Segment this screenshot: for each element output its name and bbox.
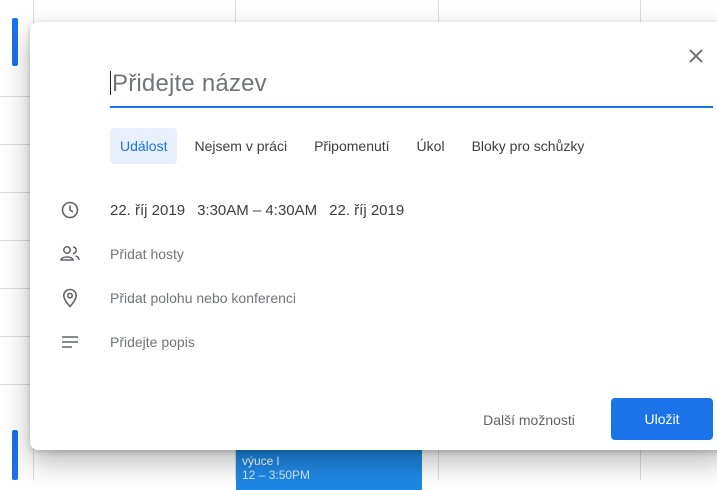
end-date[interactable]: 22. říj 2019 — [329, 202, 404, 219]
calendar-event-chip[interactable] — [12, 430, 18, 480]
tab-appointment-slots[interactable]: Bloky pro schůzky — [462, 128, 595, 164]
datetime-row: 22. říj 2019 3:30AM – 4:30AM 22. říj 2019 — [30, 196, 717, 224]
tab-reminder[interactable]: Připomenutí — [304, 128, 399, 164]
event-title-input[interactable]: Přidejte název — [110, 70, 713, 108]
more-options-button[interactable]: Další možnosti — [464, 402, 594, 438]
calendar-event[interactable]: výuce l 12 – 3:50PM — [236, 450, 422, 490]
grid-line — [0, 384, 32, 385]
grid-line — [0, 192, 32, 193]
close-button[interactable] — [682, 42, 710, 70]
grid-line — [0, 288, 32, 289]
notes-icon — [58, 330, 82, 354]
grid-line — [0, 96, 32, 97]
datetime-text: 22. říj 2019 3:30AM – 4:30AM 22. říj 2019 — [110, 202, 416, 219]
add-location-label: Přidat polohu nebo konferenci — [110, 290, 297, 306]
text-caret — [110, 71, 111, 95]
add-description-label: Přidejte popis — [110, 334, 195, 350]
close-icon — [689, 49, 703, 63]
description-row[interactable]: Přidejte popis — [30, 328, 717, 356]
event-quick-create-dialog: Přidejte název Událost Nejsem v práci Př… — [30, 22, 717, 450]
grid-line — [0, 336, 32, 337]
people-icon — [58, 242, 82, 266]
save-button[interactable]: Uložit — [611, 398, 713, 440]
clock-icon — [58, 198, 82, 222]
location-row[interactable]: Přidat polohu nebo konferenci — [30, 284, 717, 312]
guests-row[interactable]: Přidat hosty — [30, 240, 717, 268]
title-placeholder: Přidejte název — [112, 70, 267, 97]
tab-out-of-office[interactable]: Nejsem v práci — [184, 128, 297, 164]
event-title: výuce l — [242, 454, 280, 468]
tab-event[interactable]: Událost — [110, 128, 178, 164]
grid-line — [0, 144, 32, 145]
grid-line — [0, 240, 32, 241]
tab-task[interactable]: Úkol — [407, 128, 455, 164]
time-range[interactable]: 3:30AM – 4:30AM — [197, 202, 317, 219]
location-pin-icon — [58, 286, 82, 310]
add-guests-label: Přidat hosty — [110, 246, 184, 262]
start-date[interactable]: 22. říj 2019 — [110, 202, 185, 219]
event-type-tabs: Událost Nejsem v práci Připomenutí Úkol … — [110, 126, 601, 166]
calendar-event-chip[interactable] — [12, 18, 18, 66]
